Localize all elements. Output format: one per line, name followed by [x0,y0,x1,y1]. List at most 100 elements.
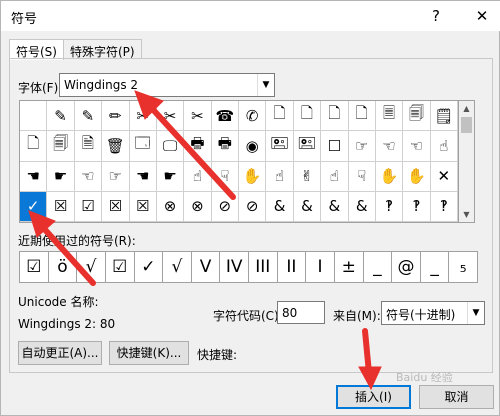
symbol-cell[interactable]: 🖭 [266,131,294,162]
insert-button[interactable]: 插入(I) [336,385,411,409]
symbol-cell[interactable] [20,101,48,132]
shortcut-key-button[interactable]: 快捷键(K)... [109,341,189,365]
recent-symbol-cell[interactable]: V [190,251,221,283]
symbol-cell[interactable]: 🗑 [102,131,130,162]
from-select[interactable]: 符号(十进制) ▼ [381,301,485,325]
symbol-cell[interactable]: ☞ [102,161,130,192]
recent-symbol-cell[interactable]: _ [419,251,450,283]
char-code-label: 字符代码(C): [213,309,283,323]
symbol-cell[interactable]: ☚ [20,161,48,192]
symbol-cell[interactable]: ✋ [403,161,431,192]
symbol-cell[interactable]: ☟ [211,161,239,192]
recent-symbol-cell[interactable]: _ [362,251,393,283]
chevron-down-icon[interactable]: ▼ [467,302,484,324]
symbol-cell[interactable]: ✓ [20,191,48,222]
symbol-cell[interactable]: ☜ [403,131,431,162]
symbol-cell[interactable]: & [321,191,349,222]
symbol-cell[interactable]: ✎ [47,101,75,132]
symbol-cell[interactable]: 🖶 [184,131,212,162]
help-button[interactable]: ? [425,5,447,27]
symbol-cell[interactable]: 🗐 [403,101,431,132]
symbol-cell[interactable]: 🖵 [156,131,185,162]
symbol-cell[interactable]: & [266,191,294,222]
symbol-cell[interactable]: 🗎 [74,131,103,162]
symbol-cell[interactable]: ☟ [348,161,376,192]
recent-symbol-cell[interactable]: III [248,251,278,283]
symbol-cell[interactable]: 🗒 [430,101,458,132]
symbol-cell[interactable]: ☝ [430,131,458,162]
symbol-grid-scrollbar[interactable]: ▲ ▼ [459,100,475,223]
recent-symbol-cell[interactable]: IV [219,251,249,283]
symbol-cell[interactable]: ☒ [102,191,130,222]
symbol-cell[interactable]: ✂ [184,101,212,132]
symbol-cell[interactable]: 🗔 [129,131,157,162]
symbol-cell[interactable]: ☐ [321,131,349,162]
recent-symbol-cell[interactable]: ☑ [104,251,135,283]
font-select[interactable]: Wingdings 2 ▼ [59,73,275,97]
symbol-cell[interactable]: 🗏 [375,101,404,132]
symbol-cell[interactable]: ‽ [403,191,431,222]
recent-symbol-cell[interactable]: II [276,251,307,283]
symbol-cell[interactable]: ✋ [375,161,404,192]
recent-symbol-cell[interactable]: √ [76,251,106,283]
scrollbar-thumb[interactable] [461,117,472,133]
symbol-cell[interactable]: 🗋 [348,101,376,132]
symbol-cell[interactable]: 🗐 [47,131,75,162]
symbol-cell[interactable]: 🗋 [266,101,294,132]
symbol-cell[interactable]: ✂ [156,101,185,132]
symbol-cell[interactable]: ☚ [129,161,157,192]
symbol-cell[interactable]: 🗋 [20,131,48,162]
recent-symbol-cell[interactable]: ✓ [133,251,164,283]
symbol-cell[interactable]: ☒ [129,191,157,222]
scroll-up-icon[interactable]: ▲ [459,101,474,116]
recent-symbol-cell[interactable]: ± [333,251,364,283]
symbol-cell[interactable]: ✕ [430,161,458,192]
recent-symbol-cell[interactable]: @ [391,251,421,283]
tab-symbols[interactable]: 符号(S) [9,39,64,60]
scroll-down-icon[interactable]: ▼ [459,207,474,222]
recent-symbol-cell[interactable]: ☑ [19,251,49,283]
symbol-cell[interactable]: 🗋 [321,101,349,132]
symbol-cell[interactable]: ⊘ [239,191,267,222]
symbol-cell[interactable]: ✎ [74,101,103,132]
symbol-cell[interactable]: & [348,191,376,222]
symbol-cell[interactable]: 🖶 [211,131,239,162]
symbol-cell[interactable]: ⊘ [211,191,239,222]
symbol-cell[interactable]: ☝ [321,161,349,192]
symbol-cell[interactable]: ☛ [47,161,75,192]
autocorrect-button[interactable]: 自动更正(A)... [18,341,102,365]
recent-symbols: ☑ ö √ ☑ ✓ √ V IV III II I ± _ @ _ ₅ [19,251,478,283]
symbol-cell[interactable]: ☝ [184,161,212,192]
close-button[interactable]: ✕ [471,5,493,27]
chevron-down-icon[interactable]: ▼ [257,74,274,96]
symbol-cell[interactable]: & [293,191,322,222]
symbol-cell[interactable]: ☛ [156,161,185,192]
symbol-cell[interactable]: ‽ [375,191,404,222]
symbol-cell[interactable]: ‽ [430,191,458,222]
symbol-cell[interactable]: ⊗ [156,191,185,222]
symbol-cell[interactable]: ✆ [239,101,267,132]
cancel-button[interactable]: 取消 [419,385,494,409]
recent-symbol-cell[interactable]: I [305,251,335,283]
symbol-cell[interactable]: ✏ [102,101,130,132]
symbol-cell[interactable]: ☞ [348,131,376,162]
tab-special-characters[interactable]: 特殊字符(P) [63,39,142,59]
recent-symbol-cell[interactable]: ö [47,251,78,283]
symbol-cell[interactable]: 🗋 [293,101,322,132]
recent-symbol-cell[interactable]: √ [162,251,192,283]
symbol-cell[interactable]: 🖭 [293,131,322,162]
symbol-cell[interactable]: ✌ [293,161,322,192]
symbol-cell[interactable]: ☝ [266,161,294,192]
symbol-cell[interactable]: ☒ [47,191,75,222]
symbol-cell[interactable]: ⊗ [184,191,212,222]
symbol-cell[interactable]: ✋ [239,161,267,192]
symbol-cell[interactable]: ✂ [129,101,157,132]
recent-symbol-cell[interactable]: ₅ [448,251,478,283]
symbol-cell[interactable]: ☑ [74,191,103,222]
shortcut-label: 快捷键: [197,348,238,362]
symbol-cell[interactable]: ☜ [375,131,404,162]
symbol-cell[interactable]: ☎ [211,101,239,132]
char-code-input[interactable]: 80 [277,301,325,324]
symbol-cell[interactable]: ☜ [74,161,103,192]
symbol-cell[interactable]: ◉ [239,131,267,162]
